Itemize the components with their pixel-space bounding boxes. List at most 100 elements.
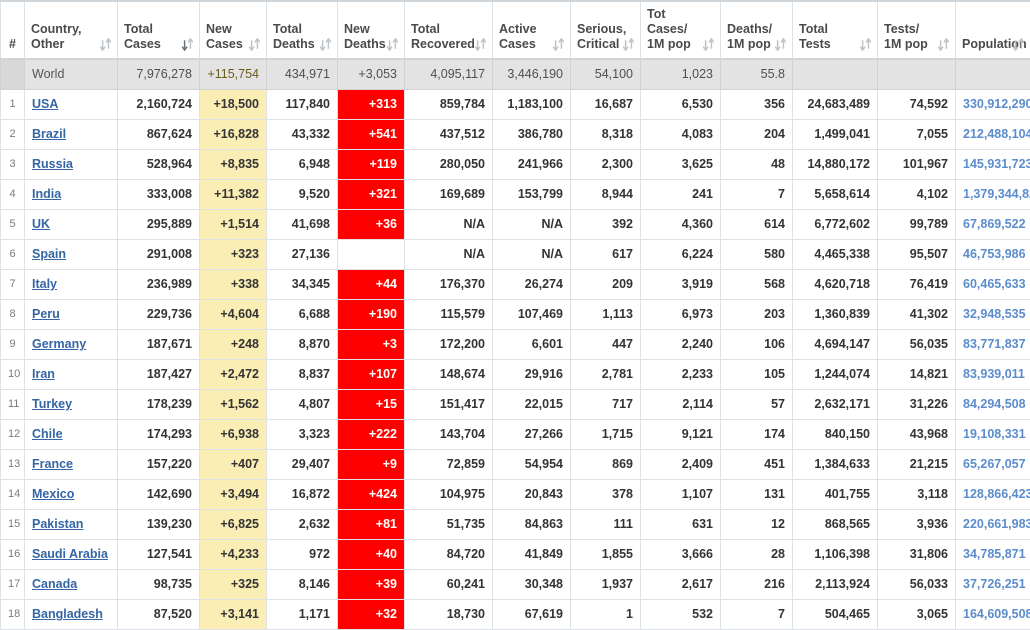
cell-total: 333,008: [118, 179, 200, 209]
country-link[interactable]: Canada: [32, 577, 77, 591]
cell-cases1m: 3,919: [641, 269, 721, 299]
cell-country[interactable]: Russia: [25, 149, 118, 179]
cell-rank: 18: [1, 599, 25, 629]
cell-newcases: +407: [200, 449, 267, 479]
cell-country[interactable]: Italy: [25, 269, 118, 299]
country-link[interactable]: Brazil: [32, 127, 66, 141]
cell-tests1m: 7,055: [878, 119, 956, 149]
sort-toggle-icon[interactable]: [1013, 38, 1024, 51]
cell-newdeaths: +313: [338, 89, 405, 119]
cell-totrec: 115,579: [405, 299, 493, 329]
cell-country[interactable]: Saudi Arabia: [25, 539, 118, 569]
sort-toggle-icon[interactable]: [623, 38, 634, 51]
country-link[interactable]: Italy: [32, 277, 57, 291]
sort-toggle-icon[interactable]: [775, 38, 786, 51]
country-link[interactable]: Peru: [32, 307, 60, 321]
sort-toggle-icon[interactable]: [938, 38, 949, 51]
country-link[interactable]: Saudi Arabia: [32, 547, 108, 561]
cell-country[interactable]: France: [25, 449, 118, 479]
cell-active: N/A: [493, 209, 571, 239]
column-header-label: Active Cases: [499, 22, 537, 51]
cell-rank: 15: [1, 509, 25, 539]
cell-population: 32,948,535: [956, 299, 1030, 329]
column-header-totdeaths[interactable]: Total Deaths: [267, 1, 338, 59]
cell-active: 386,780: [493, 119, 571, 149]
cell-newcases: +2,472: [200, 359, 267, 389]
sort-toggle-icon[interactable]: [387, 38, 398, 51]
sort-toggle-icon[interactable]: [860, 38, 871, 51]
column-header-cases1m[interactable]: Tot Cases/ 1M pop: [641, 1, 721, 59]
cell-totrec: 51,735: [405, 509, 493, 539]
cell-country[interactable]: India: [25, 179, 118, 209]
cell-active: 153,799: [493, 179, 571, 209]
country-link[interactable]: Iran: [32, 367, 55, 381]
column-header-label: New Deaths: [344, 22, 386, 51]
cell-country[interactable]: Iran: [25, 359, 118, 389]
country-link[interactable]: UK: [32, 217, 50, 231]
cell-serious: 8,318: [571, 119, 641, 149]
country-link[interactable]: Mexico: [32, 487, 74, 501]
sort-toggle-icon[interactable]: [703, 38, 714, 51]
column-header-population[interactable]: Population: [956, 1, 1030, 59]
cell-country[interactable]: Chile: [25, 419, 118, 449]
column-header-deaths1m[interactable]: Deaths/ 1M pop: [721, 1, 793, 59]
column-header-serious[interactable]: Serious, Critical: [571, 1, 641, 59]
country-link[interactable]: Turkey: [32, 397, 72, 411]
sort-toggle-icon[interactable]: [100, 38, 111, 51]
cell-active: 29,916: [493, 359, 571, 389]
cell-deaths1m: 131: [721, 479, 793, 509]
cell-country[interactable]: Turkey: [25, 389, 118, 419]
country-link[interactable]: France: [32, 457, 73, 471]
column-header-totrec[interactable]: Total Recovered: [405, 1, 493, 59]
column-header-active[interactable]: Active Cases: [493, 1, 571, 59]
cell-country[interactable]: USA: [25, 89, 118, 119]
cell-country[interactable]: Germany: [25, 329, 118, 359]
sort-toggle-icon[interactable]: [320, 38, 331, 51]
cell-tottests: 868,565: [793, 509, 878, 539]
cell-country[interactable]: UK: [25, 209, 118, 239]
country-link[interactable]: Germany: [32, 337, 86, 351]
cell-totdeaths: 1,171: [267, 599, 338, 629]
cell-serious: 1,113: [571, 299, 641, 329]
cell-total: 291,008: [118, 239, 200, 269]
cell-country[interactable]: Canada: [25, 569, 118, 599]
column-header-tests1m[interactable]: Tests/ 1M pop: [878, 1, 956, 59]
cell-newcases: +323: [200, 239, 267, 269]
cell-country[interactable]: Brazil: [25, 119, 118, 149]
column-header-label: Tests/ 1M pop: [884, 22, 928, 51]
cell-deaths1m: 203: [721, 299, 793, 329]
country-link[interactable]: Russia: [32, 157, 73, 171]
sort-descending-active-icon[interactable]: [182, 38, 193, 51]
cell-country[interactable]: Peru: [25, 299, 118, 329]
country-link[interactable]: Bangladesh: [32, 607, 103, 621]
country-link[interactable]: Spain: [32, 247, 66, 261]
cell-total: 528,964: [118, 149, 200, 179]
cell-newcases: +3,494: [200, 479, 267, 509]
cell-country[interactable]: Pakistan: [25, 509, 118, 539]
country-link[interactable]: India: [32, 187, 61, 201]
sort-toggle-icon[interactable]: [475, 38, 486, 51]
column-header-tottests[interactable]: Total Tests: [793, 1, 878, 59]
country-link[interactable]: USA: [32, 97, 58, 111]
cell-tests1m: 76,419: [878, 269, 956, 299]
cell-country[interactable]: Spain: [25, 239, 118, 269]
cell-country[interactable]: Mexico: [25, 479, 118, 509]
cell-country[interactable]: Bangladesh: [25, 599, 118, 629]
cell-deaths1m: 451: [721, 449, 793, 479]
cell-total: 87,520: [118, 599, 200, 629]
column-header-newdeaths[interactable]: New Deaths: [338, 1, 405, 59]
cell-deaths1m: 216: [721, 569, 793, 599]
cell-totdeaths: 3,323: [267, 419, 338, 449]
column-header-country[interactable]: Country, Other: [25, 1, 118, 59]
column-header-rank[interactable]: #: [1, 1, 25, 59]
country-link[interactable]: Chile: [32, 427, 63, 441]
cell-newdeaths: +44: [338, 269, 405, 299]
column-header-total[interactable]: Total Cases: [118, 1, 200, 59]
cell-newcases: +325: [200, 569, 267, 599]
sort-toggle-icon[interactable]: [249, 38, 260, 51]
cell-totrec: 151,417: [405, 389, 493, 419]
sort-toggle-icon[interactable]: [553, 38, 564, 51]
cell-tottests: 1,360,839: [793, 299, 878, 329]
column-header-newcases[interactable]: New Cases: [200, 1, 267, 59]
country-link[interactable]: Pakistan: [32, 517, 83, 531]
